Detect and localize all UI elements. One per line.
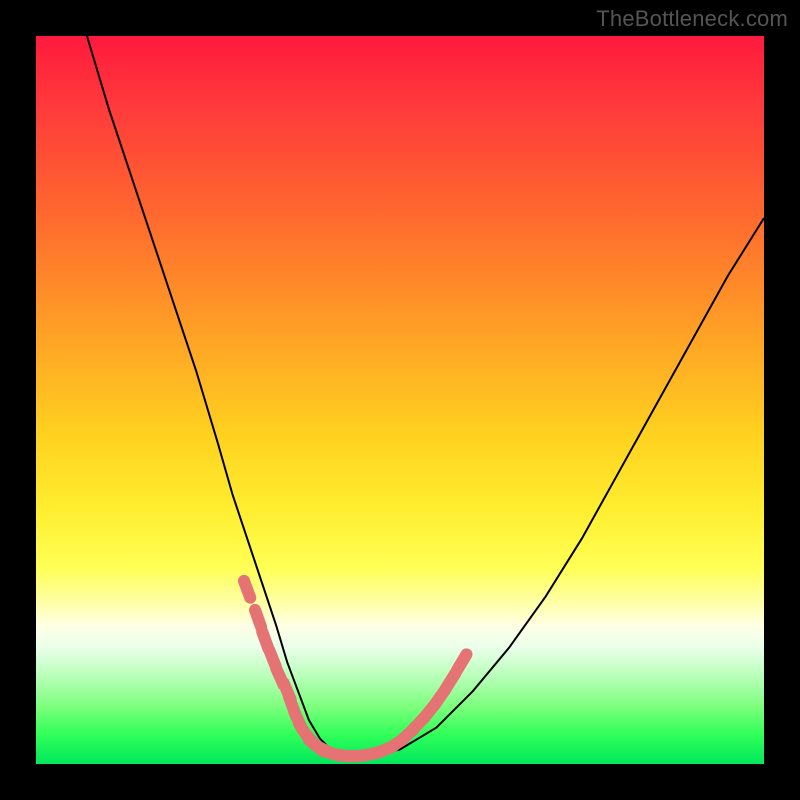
marker-capsule (255, 610, 261, 627)
bottleneck-curve (87, 36, 764, 757)
marker-capsule (244, 581, 250, 598)
marker-capsule (457, 654, 466, 669)
chart-svg (36, 36, 764, 764)
outer-frame: TheBottleneck.com (0, 0, 800, 800)
watermark-text: TheBottleneck.com (596, 6, 788, 32)
plot-area (36, 36, 764, 764)
